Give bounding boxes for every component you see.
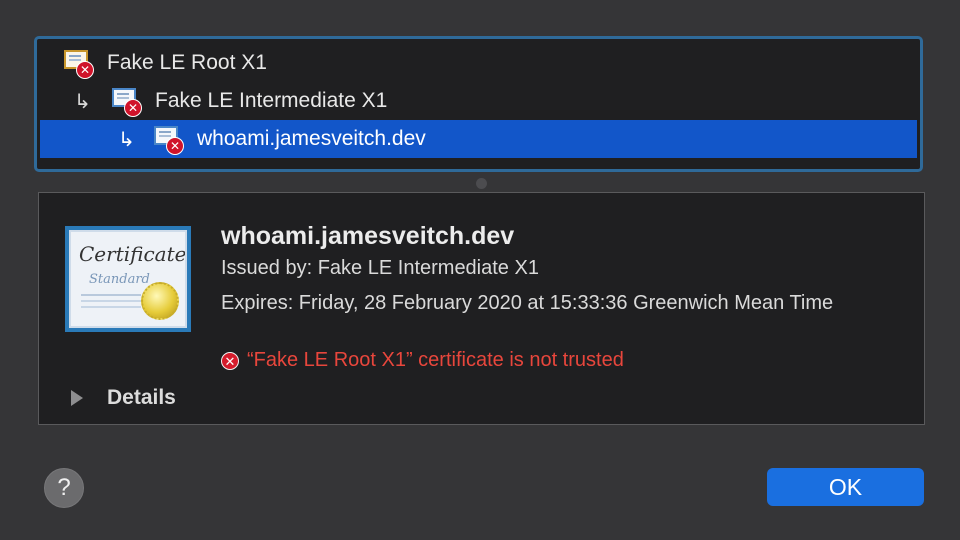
help-button[interactable]: ? — [44, 468, 84, 508]
certificate-name: whoami.jamesveitch.dev — [221, 222, 515, 250]
chain-item-label: Fake LE Root X1 — [107, 51, 267, 74]
certificate-image-title: Certificate — [79, 242, 187, 266]
certificate-image-subtitle: Standard — [89, 272, 150, 287]
issued-by-text: Issued by: Fake LE Intermediate X1 — [221, 257, 539, 279]
details-label: Details — [107, 386, 176, 409]
trust-warning-text: “Fake LE Root X1” certificate is not tru… — [247, 349, 624, 371]
trust-warning: ✕ “Fake LE Root X1” certificate is not t… — [221, 349, 624, 372]
certificate-detail-panel: Certificate Standard whoami.jamesveitch.… — [38, 192, 925, 425]
certificate-chain-list[interactable]: ✕ Fake LE Root X1 ↳ ✕ Fake LE Intermedia… — [34, 36, 923, 172]
disclosure-triangle-icon[interactable] — [71, 390, 83, 406]
chain-item-root[interactable]: ✕ Fake LE Root X1 — [40, 44, 917, 82]
gold-seal-icon — [141, 282, 179, 320]
cert-error-icon: ✕ — [112, 88, 142, 117]
ok-button[interactable]: OK — [767, 468, 924, 506]
cert-error-icon: ✕ — [154, 126, 184, 155]
cert-error-icon: ✕ — [64, 50, 94, 79]
chain-item-leaf[interactable]: ↳ ✕ whoami.jamesveitch.dev — [40, 120, 917, 158]
chain-item-label: whoami.jamesveitch.dev — [197, 127, 426, 150]
chain-item-intermediate[interactable]: ↳ ✕ Fake LE Intermediate X1 — [40, 82, 917, 120]
error-icon: ✕ — [221, 351, 239, 370]
hierarchy-arrow-icon: ↳ — [74, 90, 91, 113]
expiry-text: Expires: Friday, 28 February 2020 at 15:… — [221, 292, 834, 314]
certificate-image: Certificate Standard — [65, 226, 191, 332]
hierarchy-arrow-icon: ↳ — [118, 128, 135, 151]
chain-item-label: Fake LE Intermediate X1 — [155, 89, 388, 112]
details-disclosure[interactable]: Details — [71, 386, 176, 410]
split-view-handle[interactable] — [476, 178, 487, 189]
